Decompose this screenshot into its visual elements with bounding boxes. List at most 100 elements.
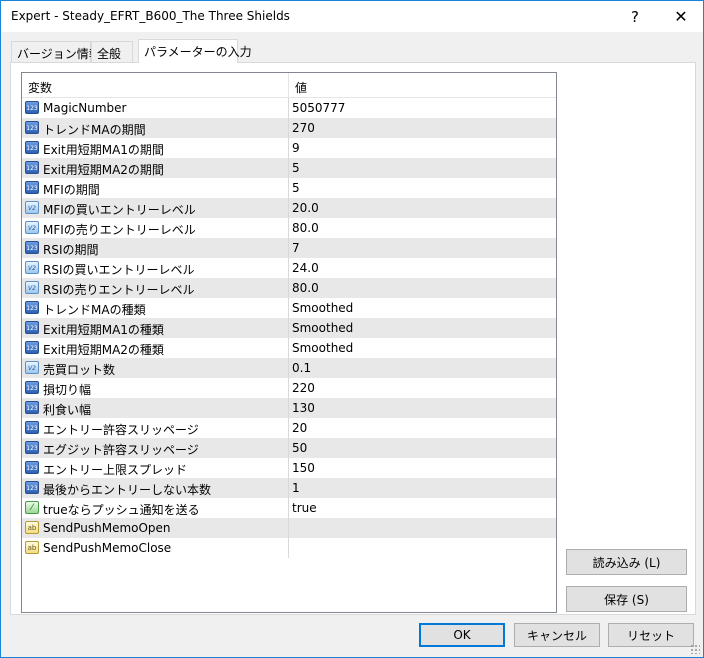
parameter-value[interactable]: Smoothed [292, 321, 353, 335]
cell-divider [288, 398, 289, 418]
parameter-name: トレンドMAの期間 [43, 123, 146, 137]
table-row[interactable]: 123 Exit用短期MA1の種類 Smoothed [22, 318, 556, 338]
cell-divider [288, 338, 289, 358]
parameter-value[interactable]: 1 [292, 481, 300, 495]
bool-type-icon: ⁄ [25, 501, 39, 514]
help-button[interactable]: ? [612, 1, 658, 32]
title-bar: Expert - Steady_EFRT_B600_The Three Shie… [1, 1, 703, 32]
table-row[interactable]: V2 RSIの売りエントリーレベル 80.0 [22, 278, 556, 298]
table-row[interactable]: 123 Exit用短期MA2の期間 5 [22, 158, 556, 178]
cell-divider [288, 498, 289, 518]
parameter-value[interactable]: 24.0 [292, 261, 319, 275]
window-title: Expert - Steady_EFRT_B600_The Three Shie… [11, 9, 290, 23]
ok-button[interactable]: OK [419, 623, 505, 647]
cell-divider [288, 298, 289, 318]
int-type-icon: 123 [25, 141, 39, 154]
cell-divider [288, 98, 289, 118]
table-row[interactable]: ab SendPushMemoOpen [22, 518, 556, 538]
save-button[interactable]: 保存 (S) [566, 586, 687, 612]
cell-divider [288, 358, 289, 378]
parameter-value[interactable]: 5 [292, 181, 300, 195]
column-header-value[interactable]: 値 [289, 73, 556, 97]
parameter-value[interactable]: 9 [292, 141, 300, 155]
tab-inputs[interactable]: パラメーターの入力 [138, 39, 252, 63]
parameter-value[interactable]: Smoothed [292, 301, 353, 315]
parameter-value[interactable]: 20 [292, 421, 307, 435]
cell-divider [288, 118, 289, 138]
load-button[interactable]: 読み込み (L) [566, 549, 687, 575]
int-type-icon: 123 [25, 481, 39, 494]
tab-general[interactable]: 全般 [91, 41, 133, 63]
int-type-icon: 123 [25, 161, 39, 174]
table-row[interactable]: 123 損切り幅 220 [22, 378, 556, 398]
parameter-value[interactable]: 50 [292, 441, 307, 455]
table-row[interactable]: V2 MFIの買いエントリーレベル 20.0 [22, 198, 556, 218]
table-row[interactable]: 123 MagicNumber 5050777 [22, 98, 556, 118]
cell-divider [288, 218, 289, 238]
table-row[interactable]: V2 MFIの売りエントリーレベル 80.0 [22, 218, 556, 238]
cell-divider [288, 178, 289, 198]
table-row[interactable]: 123 トレンドMAの種類 Smoothed [22, 298, 556, 318]
grid-rows: 123 MagicNumber 5050777 123 トレンドMAの期間 270 123 E… [22, 98, 556, 558]
parameter-name: MFIの買いエントリーレベル [43, 203, 196, 217]
table-row[interactable]: 123 エントリー上限スプレッド 150 [22, 458, 556, 478]
table-row[interactable]: 123 RSIの期間 7 [22, 238, 556, 258]
cell-divider [288, 458, 289, 478]
parameter-name: MagicNumber [43, 101, 127, 115]
parameter-name: Exit用短期MA1の期間 [43, 143, 164, 157]
expert-properties-dialog: Expert - Steady_EFRT_B600_The Three Shie… [0, 0, 704, 658]
close-button[interactable]: ✕ [658, 1, 704, 32]
table-row[interactable]: V2 売買ロット数 0.1 [22, 358, 556, 378]
parameter-name: MFIの売りエントリーレベル [43, 223, 196, 237]
table-row[interactable]: 123 Exit用短期MA1の期間 9 [22, 138, 556, 158]
parameter-value[interactable]: 80.0 [292, 281, 319, 295]
parameter-value[interactable]: 150 [292, 461, 315, 475]
table-row[interactable]: 123 トレンドMAの期間 270 [22, 118, 556, 138]
parameter-name: trueならプッシュ通知を送る [43, 503, 200, 517]
reset-button[interactable]: リセット [608, 623, 694, 647]
parameter-value[interactable]: 20.0 [292, 201, 319, 215]
cancel-button[interactable]: キャンセル [514, 623, 600, 647]
table-row[interactable]: 123 利食い幅 130 [22, 398, 556, 418]
column-header-variable[interactable]: 変数 [22, 73, 288, 97]
parameter-value[interactable]: 0.1 [292, 361, 311, 375]
resize-grip-icon[interactable] [690, 644, 700, 654]
table-row[interactable]: 123 Exit用短期MA2の種類 Smoothed [22, 338, 556, 358]
grid-header: 変数 値 [22, 73, 556, 98]
parameter-value[interactable]: Smoothed [292, 341, 353, 355]
parameter-value[interactable]: 270 [292, 121, 315, 135]
parameter-value[interactable]: 220 [292, 381, 315, 395]
parameter-value[interactable]: 130 [292, 401, 315, 415]
table-row[interactable]: 123 MFIの期間 5 [22, 178, 556, 198]
table-row[interactable]: 123 エントリー許容スリッページ 20 [22, 418, 556, 438]
parameter-value[interactable]: 5050777 [292, 101, 345, 115]
table-row[interactable]: V2 RSIの買いエントリーレベル 24.0 [22, 258, 556, 278]
parameter-value[interactable]: 7 [292, 241, 300, 255]
table-row[interactable]: ab SendPushMemoClose [22, 538, 556, 558]
parameter-name: MFIの期間 [43, 183, 100, 197]
parameter-value[interactable]: 5 [292, 161, 300, 175]
int-type-icon: 123 [25, 301, 39, 314]
string-type-icon: ab [25, 521, 39, 534]
cell-divider [288, 318, 289, 338]
parameter-name: 売買ロット数 [43, 363, 116, 377]
table-row[interactable]: ⁄ trueならプッシュ通知を送る true [22, 498, 556, 518]
parameter-name: Exit用短期MA2の期間 [43, 163, 164, 177]
table-row[interactable]: 123 最後からエントリーしない本数 1 [22, 478, 556, 498]
int-type-icon: 123 [25, 321, 39, 334]
parameter-name: SendPushMemoClose [43, 541, 172, 555]
int-type-icon: 123 [25, 241, 39, 254]
parameter-name: Exit用短期MA1の種類 [43, 323, 164, 337]
table-row[interactable]: 123 エグジット許容スリッページ 50 [22, 438, 556, 458]
parameter-value[interactable]: true [292, 501, 317, 515]
cell-divider [288, 158, 289, 178]
cell-divider [288, 378, 289, 398]
parameter-name: Exit用短期MA2の種類 [43, 343, 164, 357]
cell-divider [288, 518, 289, 538]
string-type-icon: ab [25, 541, 39, 554]
tab-version-info[interactable]: バージョン情報 [11, 41, 101, 63]
parameter-name: 利食い幅 [43, 403, 92, 417]
int-type-icon: 123 [25, 341, 39, 354]
parameter-value[interactable]: 80.0 [292, 221, 319, 235]
double-type-icon: V2 [25, 361, 39, 374]
